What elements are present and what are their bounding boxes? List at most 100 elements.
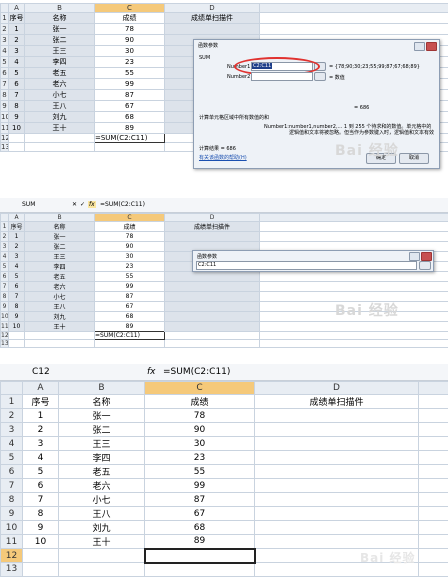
row-header[interactable]: 7 [0, 478, 23, 493]
formula-input[interactable]: =SUM(C2:C11) [100, 201, 145, 208]
cell-extra[interactable] [259, 281, 448, 292]
row-header[interactable]: 9 [0, 100, 9, 112]
cell-extra[interactable] [418, 436, 448, 451]
data-cell[interactable]: 王三 [24, 251, 95, 262]
row-header[interactable]: 6 [0, 464, 23, 479]
selected-cell-c12[interactable] [143, 547, 256, 564]
cell[interactable] [24, 331, 95, 340]
row-header[interactable]: 11 [0, 534, 23, 549]
data-cell[interactable]: 老五 [58, 464, 145, 479]
close-icon[interactable] [426, 42, 437, 51]
data-cell[interactable]: 8 [8, 100, 25, 112]
cell[interactable] [58, 562, 145, 577]
data-cell[interactable]: 89 [94, 122, 165, 134]
cell-extra[interactable] [259, 23, 448, 35]
data-cell[interactable]: 78 [144, 408, 255, 423]
cell-extra[interactable] [418, 520, 448, 535]
cell[interactable] [22, 562, 59, 577]
data-cell[interactable]: 9 [8, 311, 25, 322]
data-cell[interactable]: 9 [8, 111, 25, 123]
data-cell[interactable]: 5 [8, 271, 25, 282]
header-cell[interactable]: 成绩单扫描件 [164, 12, 260, 24]
data-cell[interactable]: 55 [94, 271, 165, 282]
data-cell[interactable]: 8 [22, 506, 59, 521]
cell[interactable] [8, 331, 25, 340]
header-cell[interactable]: 成绩单扫描件 [164, 221, 260, 232]
data-cell[interactable] [164, 271, 260, 282]
data-cell[interactable]: 89 [94, 321, 165, 332]
data-cell[interactable]: 3 [8, 251, 25, 262]
row-header[interactable]: 9 [0, 301, 9, 312]
column-header-extra[interactable] [259, 213, 448, 222]
cell[interactable] [8, 133, 25, 143]
data-cell[interactable]: 10 [8, 321, 25, 332]
data-cell[interactable]: 张二 [24, 241, 95, 252]
row-header[interactable]: 11 [0, 122, 9, 134]
row-header[interactable]: 12 [0, 133, 9, 143]
fx-icon[interactable]: fx [88, 201, 96, 208]
data-cell[interactable] [254, 464, 419, 479]
column-header-d[interactable]: D [254, 381, 419, 395]
data-cell[interactable] [164, 311, 260, 322]
row-header[interactable]: 10 [0, 520, 23, 535]
data-cell[interactable]: 张二 [24, 34, 95, 46]
cell-extra[interactable] [259, 271, 448, 282]
data-cell[interactable]: 99 [94, 78, 165, 90]
cancel-button[interactable]: 取消 [399, 153, 429, 164]
row-header[interactable]: 3 [0, 241, 9, 252]
data-cell[interactable]: 10 [8, 122, 25, 134]
data-cell[interactable]: 老六 [24, 281, 95, 292]
data-cell[interactable] [254, 436, 419, 451]
data-cell[interactable]: 王十 [24, 321, 95, 332]
data-cell[interactable]: 小七 [24, 89, 95, 101]
data-cell[interactable] [254, 422, 419, 437]
select-all-corner[interactable] [0, 381, 23, 395]
cell[interactable] [24, 339, 95, 348]
cell-extra[interactable] [418, 394, 448, 409]
row-header[interactable]: 10 [0, 311, 9, 322]
data-cell[interactable]: 87 [94, 291, 165, 302]
data-cell[interactable]: 4 [22, 450, 59, 465]
data-cell[interactable]: 30 [144, 436, 255, 451]
data-cell[interactable]: 9 [22, 520, 59, 535]
data-cell[interactable]: 小七 [58, 492, 145, 507]
number2-input[interactable] [251, 72, 313, 81]
row-header[interactable]: 1 [0, 12, 9, 24]
row-header[interactable]: 6 [0, 67, 9, 79]
cell[interactable] [164, 339, 260, 348]
data-cell[interactable]: 3 [8, 45, 25, 57]
column-header-d[interactable]: D [164, 213, 260, 222]
help-link[interactable]: 有关该函数的帮助(H) [199, 154, 247, 161]
column-header-c[interactable]: C [94, 213, 165, 222]
row-header[interactable]: 5 [0, 450, 23, 465]
cell[interactable] [24, 142, 95, 152]
data-cell[interactable] [164, 23, 260, 35]
data-cell[interactable]: 30 [94, 251, 165, 262]
name-box-3[interactable]: C12 [32, 367, 50, 377]
formula-cell[interactable]: =SUM(C2:C11) [94, 331, 165, 340]
data-cell[interactable]: 87 [94, 89, 165, 101]
column-header-d[interactable]: D [164, 3, 260, 13]
data-cell[interactable]: 李四 [58, 450, 145, 465]
data-cell[interactable]: 10 [22, 534, 59, 549]
data-cell[interactable] [164, 231, 260, 242]
row-header[interactable]: 2 [0, 23, 9, 35]
formula-cell[interactable]: =SUM(C2:C11) [94, 133, 165, 143]
data-cell[interactable]: 张二 [58, 422, 145, 437]
name-box[interactable]: SUM [22, 201, 35, 208]
data-cell[interactable]: 67 [144, 506, 255, 521]
data-cell[interactable]: 87 [144, 492, 255, 507]
column-header-b[interactable]: B [24, 3, 95, 13]
row-header[interactable]: 7 [0, 78, 9, 90]
data-cell[interactable] [254, 520, 419, 535]
row-header[interactable]: 12 [0, 548, 23, 563]
row-header[interactable]: 8 [0, 492, 23, 507]
data-cell[interactable]: 23 [144, 450, 255, 465]
data-cell[interactable]: 老五 [24, 271, 95, 282]
formula-input-3[interactable]: =SUM(C2:C11) [163, 367, 230, 377]
column-header-extra[interactable] [259, 3, 448, 13]
header-cell[interactable]: 名称 [58, 394, 145, 409]
data-cell[interactable]: 王八 [58, 506, 145, 521]
row-header[interactable]: 7 [0, 281, 9, 292]
collapsed-close-icon[interactable] [421, 252, 432, 261]
